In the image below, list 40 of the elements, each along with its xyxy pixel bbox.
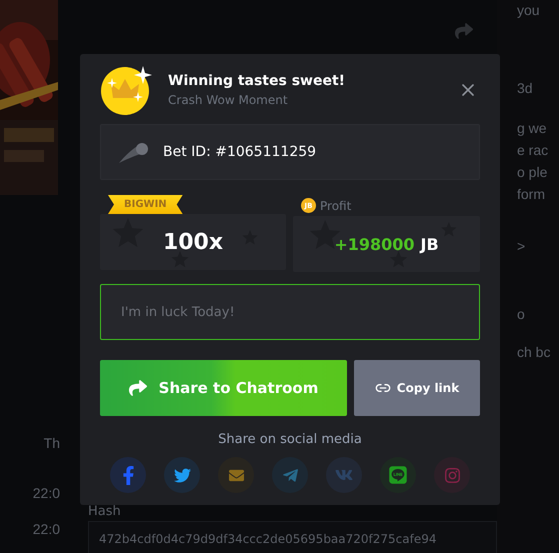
share-icon <box>128 379 147 397</box>
hash-field: 472b4cdf0d4c79d9df34ccc2de05695baa720f275cafe94 <box>88 521 497 553</box>
message-field[interactable]: I'm in luck Today! <box>100 284 480 340</box>
background-text: g we <box>517 120 548 136</box>
profit-amount: +198000 <box>334 234 415 254</box>
dialog-subtitle: Crash Wow Moment <box>168 93 289 107</box>
bet-id: Bet ID: #1065111259 <box>163 144 316 160</box>
bigwin-ribbon: BIGWIN <box>108 195 183 214</box>
facebook-share-button[interactable] <box>110 457 146 493</box>
telegram-share-button[interactable] <box>272 457 308 493</box>
vk-share-button[interactable] <box>326 457 362 493</box>
twitter-share-button[interactable] <box>164 457 200 493</box>
instagram-icon <box>444 466 460 484</box>
crown-icon <box>100 64 152 116</box>
background-text: 22:0 <box>32 485 61 501</box>
line-icon <box>388 465 408 485</box>
background-text: o <box>517 306 526 322</box>
dialog-title: Winning tastes sweet! <box>168 73 346 89</box>
background-text: ch bc <box>517 344 552 360</box>
instagram-share-button[interactable] <box>434 457 470 493</box>
background-text: o ple <box>517 164 548 180</box>
profit-label: Profit <box>320 198 352 212</box>
background-text: form <box>517 186 546 202</box>
social-title: Share on social media <box>217 432 363 447</box>
background-text: you <box>517 2 541 18</box>
background-text: e rac <box>517 142 550 158</box>
copy-link-button[interactable]: Copy link <box>354 360 480 416</box>
background-text: 3d <box>517 80 534 96</box>
telegram-icon <box>282 466 298 484</box>
comet-icon <box>119 141 149 163</box>
multiplier-value: 100x <box>162 230 224 254</box>
twitter-icon <box>174 466 190 484</box>
profit-currency: JB <box>420 234 439 254</box>
hash-label: Hash <box>88 504 122 519</box>
line-share-button[interactable] <box>380 457 416 493</box>
background-text: Th <box>44 435 61 451</box>
mail-icon <box>228 468 244 482</box>
mail-share-button[interactable] <box>218 457 254 493</box>
background-text: > <box>517 238 526 254</box>
background-text: 22:0 <box>32 521 61 537</box>
